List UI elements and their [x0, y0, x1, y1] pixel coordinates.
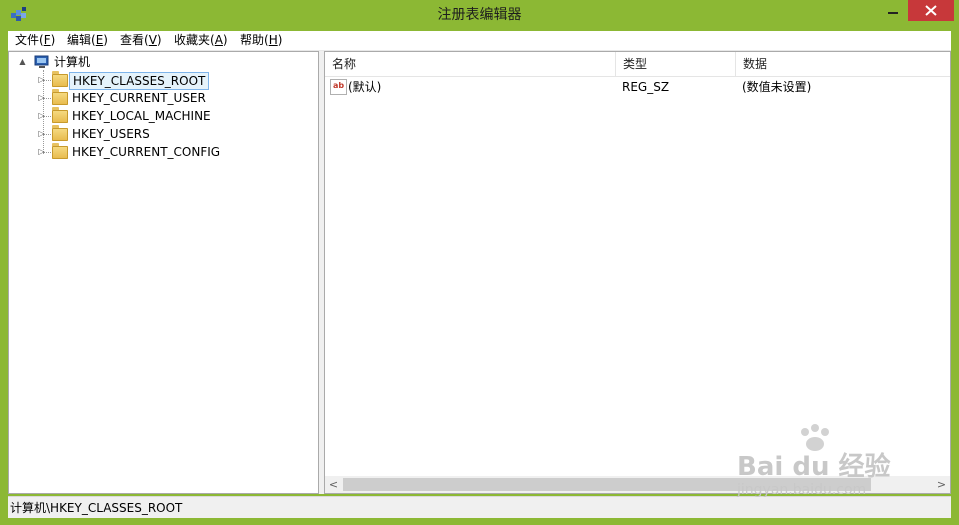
minimize-button[interactable]: [880, 0, 906, 21]
column-header-name[interactable]: 名称: [325, 52, 616, 76]
tree-root-computer[interactable]: ▲ 计算机: [9, 53, 309, 71]
close-icon: [925, 5, 937, 16]
key-tree-pane[interactable]: ▲ 计算机 ▷ HKEY_CLASSES_ROOT ▷ HKEY_CURRENT…: [8, 51, 319, 494]
column-header-row: 名称 类型 数据: [325, 52, 950, 77]
tree-item-label: HKEY_CURRENT_USER: [72, 91, 206, 105]
tree-item-hkey-current-user[interactable]: ▷ HKEY_CURRENT_USER: [9, 89, 309, 107]
registry-editor-window: 注册表编辑器 文件(F) 编辑(E) 查看(V) 收藏夹(A) 帮助(H) ▲ …: [0, 0, 959, 525]
watermark-brand: Bai du 经验: [737, 452, 891, 482]
menu-file[interactable]: 文件(F): [10, 31, 60, 50]
column-header-data[interactable]: 数据: [736, 52, 950, 76]
value-list-pane[interactable]: 名称 类型 数据 ab (默认) REG_SZ (数值未设置) < >: [324, 51, 951, 494]
tree-item-hkey-local-machine[interactable]: ▷ HKEY_LOCAL_MACHINE: [9, 107, 309, 125]
expand-arrow-icon[interactable]: ▷: [37, 71, 46, 89]
scroll-left-arrow-icon[interactable]: <: [325, 476, 342, 493]
value-type: REG_SZ: [622, 80, 670, 94]
tree-item-hkey-current-config[interactable]: ▷ HKEY_CURRENT_CONFIG: [9, 143, 309, 161]
tree-item-label: HKEY_CLASSES_ROOT: [69, 72, 210, 90]
menu-help[interactable]: 帮助(H): [235, 31, 287, 50]
value-data: (数值未设置): [742, 80, 812, 94]
value-name: (默认): [348, 80, 382, 94]
folder-icon: [52, 125, 68, 141]
menu-favorites[interactable]: 收藏夹(A): [169, 31, 233, 50]
menu-view[interactable]: 查看(V): [115, 31, 167, 50]
expand-arrow-icon[interactable]: ▷: [37, 107, 46, 125]
folder-icon: [52, 107, 68, 123]
folder-icon: [52, 143, 68, 159]
menu-bar: 文件(F) 编辑(E) 查看(V) 收藏夹(A) 帮助(H): [8, 31, 951, 51]
expand-arrow-icon[interactable]: ▷: [37, 89, 46, 107]
column-header-type[interactable]: 类型: [616, 52, 736, 76]
title-bar[interactable]: 注册表编辑器: [0, 0, 959, 30]
tree-root-label: 计算机: [54, 55, 91, 69]
window-title: 注册表编辑器: [437, 7, 522, 23]
tree-item-label: HKEY_USERS: [72, 127, 150, 141]
watermark-url: jingyan.baidu.com: [737, 482, 867, 498]
expand-arrow-icon[interactable]: ▷: [37, 125, 46, 143]
string-value-icon: ab: [330, 79, 347, 95]
tree-item-hkey-classes-root[interactable]: ▷ HKEY_CLASSES_ROOT: [9, 71, 309, 90]
tree-item-label: HKEY_CURRENT_CONFIG: [72, 145, 221, 159]
baidu-watermark: Bai du 经验 jingyan.baidu.com: [735, 424, 945, 500]
status-path: 计算机\HKEY_CLASSES_ROOT: [10, 501, 183, 515]
collapse-arrow-icon[interactable]: ▲: [18, 53, 27, 71]
expand-arrow-icon[interactable]: ▷: [37, 143, 46, 161]
value-row[interactable]: ab (默认) REG_SZ (数值未设置): [325, 77, 950, 97]
computer-icon: [34, 55, 49, 68]
tree-item-hkey-users[interactable]: ▷ HKEY_USERS: [9, 125, 309, 143]
menu-edit[interactable]: 编辑(E): [62, 31, 113, 50]
close-button[interactable]: [908, 0, 954, 21]
folder-icon: [52, 89, 68, 105]
minimize-icon: [888, 12, 898, 14]
folder-icon: [52, 71, 68, 87]
tree-item-label: HKEY_LOCAL_MACHINE: [72, 109, 211, 123]
